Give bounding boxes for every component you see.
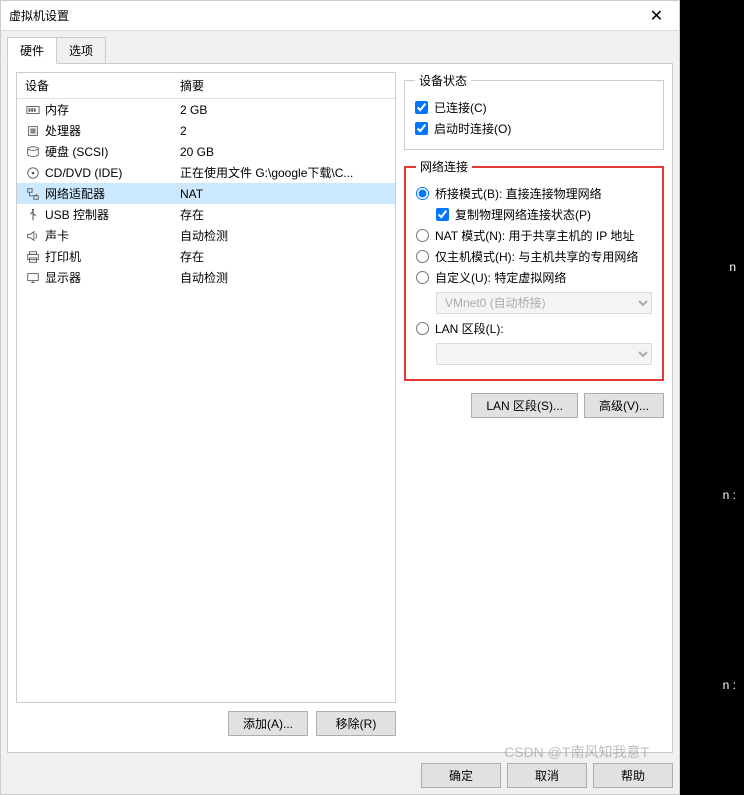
- memory-icon: [25, 102, 41, 118]
- bridged-radio[interactable]: [416, 187, 429, 200]
- lan-radio[interactable]: [416, 322, 429, 335]
- device-row-sound[interactable]: 声卡 自动检测: [17, 225, 395, 246]
- device-summary: 自动检测: [180, 227, 395, 244]
- device-summary: 20 GB: [180, 145, 395, 159]
- connected-checkbox[interactable]: [415, 101, 428, 114]
- help-button[interactable]: 帮助: [593, 763, 673, 788]
- right-panel: 设备状态 已连接(C) 启动时连接(O) 网络连接 桥接模式(B): 直接连接物…: [404, 72, 664, 744]
- device-status-legend: 设备状态: [415, 72, 471, 89]
- device-summary: 自动检测: [180, 269, 395, 286]
- connect-on-start-label[interactable]: 启动时连接(O): [434, 120, 511, 137]
- dialog-footer: 确定 取消 帮助: [421, 763, 673, 788]
- ok-button[interactable]: 确定: [421, 763, 501, 788]
- custom-network-select: VMnet0 (自动桥接): [436, 292, 652, 314]
- lan-label[interactable]: LAN 区段(L):: [435, 320, 504, 337]
- device-row-network[interactable]: 网络适配器 NAT: [17, 183, 395, 204]
- device-row-usb[interactable]: USB 控制器 存在: [17, 204, 395, 225]
- device-name: 硬盘 (SCSI): [45, 143, 108, 160]
- nat-radio[interactable]: [416, 229, 429, 242]
- printer-icon: [25, 249, 41, 265]
- device-name: 内存: [45, 101, 69, 118]
- tab-strip: 硬件 选项: [1, 31, 679, 64]
- left-buttons: 添加(A)... 移除(R): [16, 703, 396, 744]
- device-row-disc[interactable]: CD/DVD (IDE) 正在使用文件 G:\google下载\C...: [17, 162, 395, 183]
- device-row-memory[interactable]: 内存 2 GB: [17, 99, 395, 120]
- device-row-cpu[interactable]: 处理器 2: [17, 120, 395, 141]
- vm-settings-dialog: 虚拟机设置 ✕ 硬件 选项 设备 摘要 内存 2 GB 处理器 2 硬盘 (SC…: [0, 0, 680, 795]
- tab-options[interactable]: 选项: [56, 37, 106, 64]
- close-button[interactable]: ✕: [634, 1, 679, 31]
- lan-segments-button[interactable]: LAN 区段(S)...: [471, 393, 578, 418]
- custom-radio[interactable]: [416, 271, 429, 284]
- usb-icon: [25, 207, 41, 223]
- advanced-button[interactable]: 高级(V)...: [584, 393, 664, 418]
- connected-label[interactable]: 已连接(C): [434, 99, 487, 116]
- bridged-label[interactable]: 桥接模式(B): 直接连接物理网络: [435, 185, 602, 202]
- device-name: 打印机: [45, 248, 81, 265]
- remove-button[interactable]: 移除(R): [316, 711, 396, 736]
- replicate-label[interactable]: 复制物理网络连接状态(P): [455, 206, 591, 223]
- sound-icon: [25, 228, 41, 244]
- add-button[interactable]: 添加(A)...: [228, 711, 308, 736]
- display-icon: [25, 270, 41, 286]
- titlebar: 虚拟机设置 ✕: [1, 1, 679, 31]
- device-name: 显示器: [45, 269, 81, 286]
- disk-icon: [25, 144, 41, 160]
- cpu-icon: [25, 123, 41, 139]
- device-name: USB 控制器: [45, 206, 109, 223]
- terminal-fragment-2: n :: [723, 488, 736, 502]
- device-summary: 存在: [180, 206, 395, 223]
- left-panel: 设备 摘要 内存 2 GB 处理器 2 硬盘 (SCSI) 20 GB CD/D…: [16, 72, 396, 744]
- disc-icon: [25, 165, 41, 181]
- terminal-fragment-1: n: [729, 260, 736, 274]
- device-status-group: 设备状态 已连接(C) 启动时连接(O): [404, 72, 664, 150]
- custom-label[interactable]: 自定义(U): 特定虚拟网络: [435, 269, 566, 286]
- terminal-fragment-3: n :: [723, 678, 736, 692]
- device-summary: NAT: [180, 187, 395, 201]
- device-row-display[interactable]: 显示器 自动检测: [17, 267, 395, 288]
- hostonly-label[interactable]: 仅主机模式(H): 与主机共享的专用网络: [435, 248, 638, 265]
- cancel-button[interactable]: 取消: [507, 763, 587, 788]
- device-name: CD/DVD (IDE): [45, 166, 122, 180]
- device-name: 声卡: [45, 227, 69, 244]
- device-summary: 正在使用文件 G:\google下载\C...: [180, 164, 395, 181]
- lan-segment-select: [436, 343, 652, 365]
- device-name: 处理器: [45, 122, 81, 139]
- tab-content: 设备 摘要 内存 2 GB 处理器 2 硬盘 (SCSI) 20 GB CD/D…: [7, 63, 673, 753]
- device-row-disk[interactable]: 硬盘 (SCSI) 20 GB: [17, 141, 395, 162]
- network-icon: [25, 186, 41, 202]
- network-connection-legend: 网络连接: [416, 158, 472, 175]
- window-title: 虚拟机设置: [9, 7, 69, 24]
- header-summary: 摘要: [180, 77, 204, 94]
- device-summary: 2 GB: [180, 103, 395, 117]
- network-connection-group: 网络连接 桥接模式(B): 直接连接物理网络 复制物理网络连接状态(P) NAT…: [404, 158, 664, 381]
- right-buttons: LAN 区段(S)... 高级(V)...: [404, 393, 664, 418]
- hostonly-radio[interactable]: [416, 250, 429, 263]
- replicate-checkbox[interactable]: [436, 208, 449, 221]
- device-summary: 存在: [180, 248, 395, 265]
- connect-on-start-checkbox[interactable]: [415, 122, 428, 135]
- device-name: 网络适配器: [45, 185, 105, 202]
- device-summary: 2: [180, 124, 395, 138]
- device-list: 设备 摘要 内存 2 GB 处理器 2 硬盘 (SCSI) 20 GB CD/D…: [16, 72, 396, 703]
- header-device: 设备: [25, 77, 180, 94]
- tab-hardware[interactable]: 硬件: [7, 37, 57, 64]
- device-row-printer[interactable]: 打印机 存在: [17, 246, 395, 267]
- nat-label[interactable]: NAT 模式(N): 用于共享主机的 IP 地址: [435, 227, 634, 244]
- device-list-header: 设备 摘要: [17, 73, 395, 99]
